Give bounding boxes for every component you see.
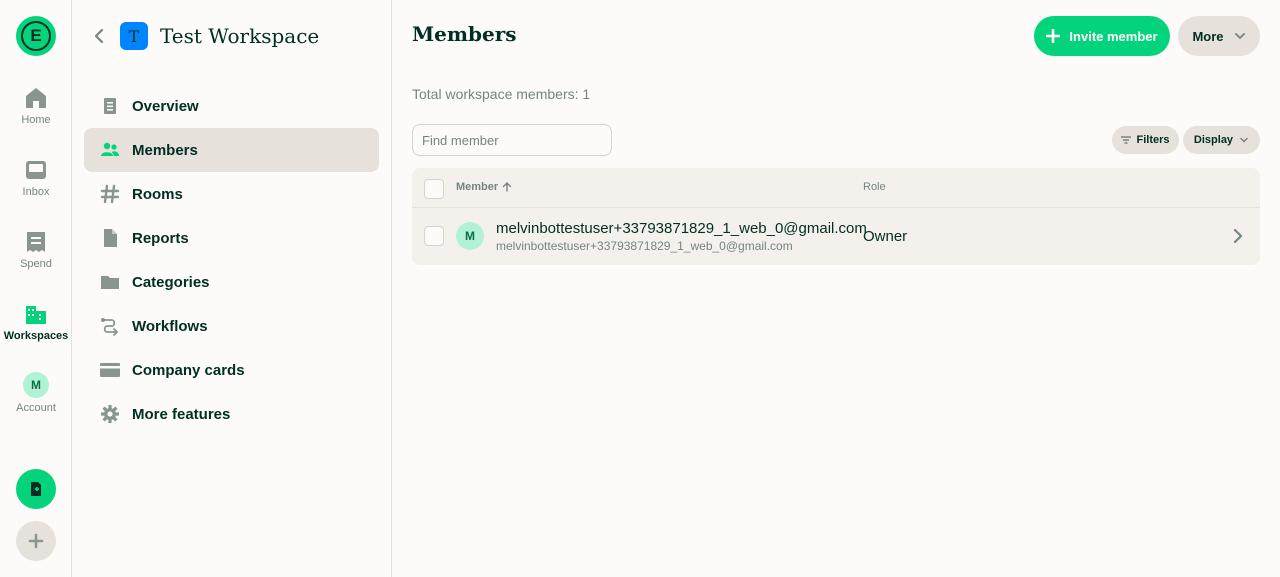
workspace-title: Test Workspace <box>160 24 320 48</box>
nav-item-reports[interactable]: Reports <box>84 216 379 260</box>
nav-label-company-cards: Company cards <box>132 361 245 379</box>
avatar: M <box>23 372 49 398</box>
rail-item-spend[interactable]: Spend <box>0 230 72 290</box>
members-page: Members Invite member More Total workspa… <box>392 0 1280 577</box>
total-members-text: Total workspace members: 1 <box>412 86 591 102</box>
invite-member-button[interactable]: Invite member <box>1034 16 1170 56</box>
invite-member-label: Invite member <box>1069 28 1158 44</box>
workspace-nav: T Test Workspace Overview Members Rooms … <box>72 0 392 577</box>
page-title: Members <box>412 22 517 46</box>
building-icon <box>26 306 46 324</box>
hashtag-icon <box>100 184 120 204</box>
document-icon <box>104 98 116 114</box>
members-table: Member Role M melvinbottestuser+33793871… <box>412 168 1260 265</box>
rail-label-workspaces: Workspaces <box>3 330 69 342</box>
member-email: melvinbottestuser+33793871829_1_web_0@gm… <box>496 239 793 253</box>
inbox-icon <box>26 161 46 179</box>
column-role-label: Role <box>863 181 886 193</box>
rail-label-home: Home <box>21 114 51 126</box>
table-row[interactable]: M melvinbottestuser+33793871829_1_web_0@… <box>412 208 1260 265</box>
nav-label-overview: Overview <box>132 97 199 115</box>
create-button[interactable] <box>16 521 56 561</box>
logo-letter: E <box>21 21 51 51</box>
nav-item-overview[interactable]: Overview <box>84 84 379 128</box>
back-arrow-icon[interactable] <box>92 28 108 44</box>
workflow-icon <box>101 318 118 336</box>
workspace-header: T Test Workspace <box>92 20 319 52</box>
plus-icon <box>28 533 44 549</box>
nav-label-members: Members <box>132 141 198 159</box>
rail-item-account[interactable]: M Account <box>0 372 72 432</box>
member-role: Owner <box>863 228 908 245</box>
rail-label-account: Account <box>16 402 56 414</box>
workspace-menu: Overview Members Rooms Reports Categorie… <box>84 84 379 436</box>
avatar: M <box>456 222 484 250</box>
column-member-label: Member <box>456 181 499 193</box>
rail-item-home[interactable]: Home <box>0 86 72 146</box>
nav-label-more-features: More features <box>132 405 231 423</box>
new-document-icon <box>31 482 41 496</box>
filters-label: Filters <box>1136 134 1170 146</box>
column-header-role[interactable]: Role <box>863 181 886 193</box>
row-checkbox[interactable] <box>424 226 444 246</box>
expensify-logo[interactable]: E <box>16 16 56 56</box>
filter-icon <box>1121 136 1132 144</box>
new-expense-button[interactable] <box>16 469 56 509</box>
rail-item-workspaces[interactable]: Workspaces <box>0 302 72 362</box>
sort-arrow-up-icon <box>502 182 512 192</box>
more-button[interactable]: More <box>1178 16 1260 56</box>
rail-label-spend: Spend <box>20 258 52 270</box>
nav-item-more-features[interactable]: More features <box>84 392 379 436</box>
nav-label-reports: Reports <box>132 229 189 247</box>
plus-icon <box>1046 29 1061 43</box>
chevron-down-icon <box>1234 33 1245 39</box>
chevron-down-icon <box>1240 137 1248 143</box>
left-rail: E Home Inbox Spend Workspaces M Account <box>0 0 72 577</box>
folder-icon <box>101 276 119 289</box>
nav-item-categories[interactable]: Categories <box>84 260 379 304</box>
chevron-right-icon <box>1233 228 1243 244</box>
receipt-icon <box>27 232 45 252</box>
credit-card-icon <box>100 363 120 377</box>
gear-icon <box>101 405 119 423</box>
file-icon <box>104 229 117 247</box>
member-name: melvinbottestuser+33793871829_1_web_0@gm… <box>496 220 867 237</box>
nav-item-company-cards[interactable]: Company cards <box>84 348 379 392</box>
display-label: Display <box>1193 134 1234 146</box>
nav-label-rooms: Rooms <box>132 185 183 203</box>
rail-item-inbox[interactable]: Inbox <box>0 158 72 218</box>
find-member-input[interactable] <box>412 124 612 156</box>
nav-item-workflows[interactable]: Workflows <box>84 304 379 348</box>
more-label: More <box>1192 28 1224 44</box>
workspace-avatar: T <box>120 22 148 50</box>
nav-label-categories: Categories <box>132 273 210 291</box>
column-header-member[interactable]: Member <box>456 181 512 193</box>
nav-label-workflows: Workflows <box>132 317 208 335</box>
rail-label-inbox: Inbox <box>22 186 50 198</box>
home-icon <box>26 88 46 108</box>
nav-item-rooms[interactable]: Rooms <box>84 172 379 216</box>
filters-button[interactable]: Filters <box>1112 126 1179 154</box>
display-button[interactable]: Display <box>1183 126 1260 154</box>
table-header: Member Role <box>412 168 1260 208</box>
select-all-checkbox[interactable] <box>424 179 444 199</box>
users-icon <box>101 142 119 156</box>
nav-item-members[interactable]: Members <box>84 128 379 172</box>
